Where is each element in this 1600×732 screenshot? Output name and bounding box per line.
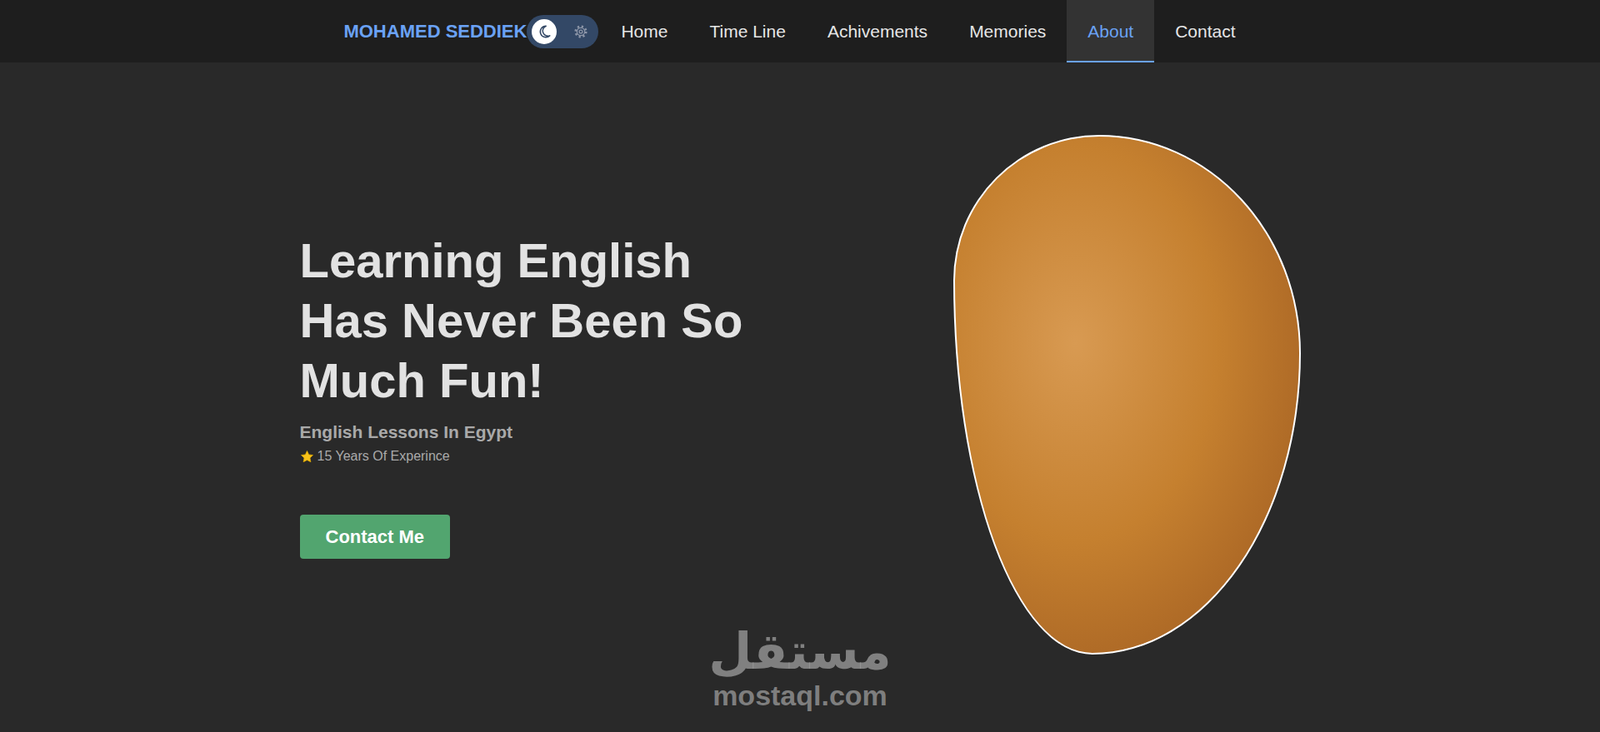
navbar-inner: MOHAMED SEDDIEK HomeTime LineAchivementsM… bbox=[343, 0, 1256, 63]
nav-link[interactable]: Memories bbox=[948, 0, 1067, 63]
hero-image-column bbox=[800, 135, 1301, 655]
nav-link[interactable]: Time Line bbox=[688, 0, 806, 63]
nav-item: Memories bbox=[948, 0, 1067, 63]
gear-icon bbox=[572, 23, 590, 40]
nav-item: Home bbox=[600, 0, 689, 63]
nav-item: About bbox=[1066, 0, 1155, 63]
hero-row: Learning English Has Never Been So Much … bbox=[300, 135, 1301, 655]
nav-menu: HomeTime LineAchivementsMemoriesAboutCon… bbox=[600, 0, 1256, 63]
nav-link[interactable]: About bbox=[1066, 0, 1155, 63]
nav-link[interactable]: Home bbox=[600, 0, 689, 63]
nav-item: Achivements bbox=[806, 0, 949, 63]
watermark-latin: mostaql.com bbox=[708, 681, 891, 710]
watermark-arabic: مستقل bbox=[708, 626, 891, 677]
hero-text: Learning English Has Never Been So Much … bbox=[300, 230, 801, 560]
top-navbar: MOHAMED SEDDIEK HomeTime LineAchivementsM… bbox=[0, 0, 1600, 63]
theme-toggle[interactable] bbox=[526, 15, 599, 49]
brand-logo[interactable]: MOHAMED SEDDIEK bbox=[343, 0, 527, 63]
hero-section: Learning English Has Never Been So Much … bbox=[300, 62, 1301, 655]
star-icon bbox=[300, 450, 315, 465]
dark-option[interactable] bbox=[531, 19, 557, 45]
nav-link[interactable]: Contact bbox=[1154, 0, 1256, 63]
light-option[interactable] bbox=[568, 19, 594, 45]
nav-item: Time Line bbox=[688, 0, 806, 63]
hero-title: Learning English Has Never Been So Much … bbox=[300, 230, 767, 411]
experience-line: 15 Years Of Experince bbox=[300, 446, 801, 467]
nav-item: Contact bbox=[1154, 0, 1256, 63]
hero-subtitle: English Lessons In Egypt bbox=[300, 419, 801, 446]
nav-link[interactable]: Achivements bbox=[806, 0, 949, 63]
contact-button[interactable]: Contact Me bbox=[300, 515, 451, 560]
watermark: مستقل mostaql.com bbox=[708, 626, 891, 710]
nav-group: HomeTime LineAchivementsMemoriesAboutCon… bbox=[526, 0, 1256, 63]
moon-icon bbox=[536, 24, 552, 40]
experience-text: 15 Years Of Experince bbox=[317, 446, 450, 467]
profile-photo bbox=[953, 135, 1301, 655]
